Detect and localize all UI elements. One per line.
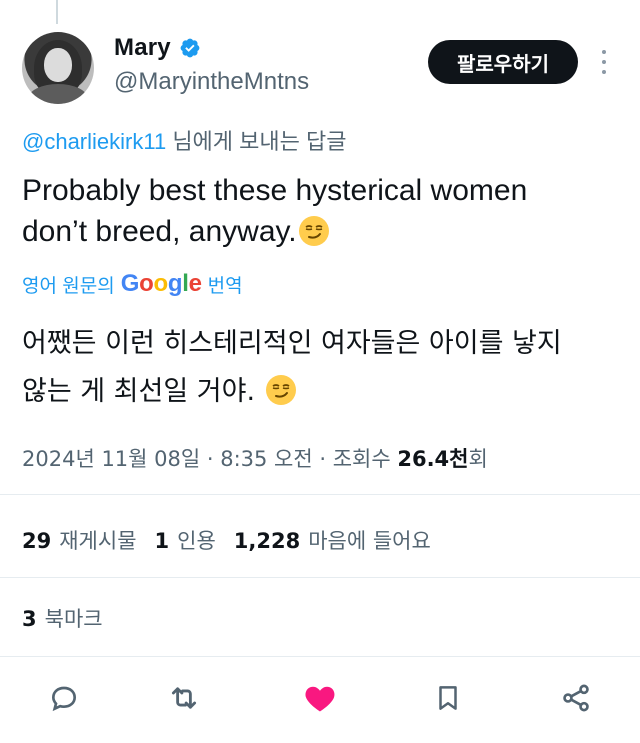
view-count: 26.4천 — [397, 447, 469, 471]
translated-text-line-2: 않는 게 최선일 거야. — [22, 376, 256, 407]
divider — [0, 656, 640, 657]
reposts-label: 재게시물 — [59, 529, 137, 553]
reply-context-suffix: 님에게 보내는 답글 — [166, 129, 347, 154]
reply-context: @charliekirk11 님에게 보내는 답글 — [22, 124, 346, 156]
translation-prefix: 영어 원문의 — [22, 275, 115, 297]
divider — [0, 494, 640, 495]
tweet-text: Probably best these hysterical women don… — [22, 170, 612, 252]
engagement-stats: 29 재게시물 1 인용 1,228 마음에 들어요 — [22, 525, 431, 555]
translation-suffix: 번역 — [207, 275, 243, 297]
likes-label: 마음에 들어요 — [308, 529, 431, 553]
likes-count: 1,228 — [233, 529, 301, 553]
repost-icon[interactable] — [164, 678, 204, 718]
user-handle[interactable]: @MaryintheMntns — [114, 68, 309, 96]
share-icon[interactable] — [556, 678, 596, 718]
quotes-label: 인용 — [177, 529, 216, 553]
divider — [0, 577, 640, 578]
bookmarks-count: 3 — [22, 607, 37, 631]
quotes-stat[interactable]: 1 인용 — [155, 525, 216, 555]
quotes-count: 1 — [154, 529, 170, 553]
follow-button[interactable]: 팔로우하기 — [428, 40, 578, 84]
google-logo: Google — [120, 270, 202, 297]
smirking-face-emoji-icon — [265, 375, 296, 405]
translation-attribution[interactable]: 영어 원문의 Google 번역 — [22, 270, 243, 298]
translated-text: 어쨌든 이런 히스테리적인 여자들은 아이를 낳지 않는 게 최선일 거야. — [22, 320, 622, 416]
like-icon[interactable] — [300, 678, 340, 718]
thread-connector-line — [56, 0, 58, 24]
verified-badge-icon — [179, 37, 201, 59]
display-name[interactable]: Mary — [114, 34, 171, 62]
tweet-meta: 2024년 11월 08일 · 8:35 오전 · 조회수 26.4천회 — [22, 443, 488, 473]
avatar-shoulders — [28, 84, 88, 104]
translated-text-line-2-wrap: 않는 게 최선일 거야. — [22, 368, 622, 416]
likes-stat[interactable]: 1,228 마음에 들어요 — [234, 525, 431, 555]
tweet-text-line-1: Probably best these hysterical women — [22, 174, 528, 207]
reposts-stat[interactable]: 29 재게시물 — [22, 525, 137, 555]
tweet-timestamp[interactable]: 2024년 11월 08일 · 8:35 오전 · 조회수 — [22, 447, 397, 471]
smirking-face-emoji-icon — [298, 216, 329, 246]
name-row: Mary — [114, 34, 201, 62]
view-count-suffix: 회 — [468, 447, 488, 471]
bookmark-icon[interactable] — [428, 678, 468, 718]
tweet-text-line-2-wrap: don’t breed, anyway. — [22, 211, 612, 252]
tweet-header: Mary @MaryintheMntns 팔로우하기 — [22, 30, 622, 110]
avatar-face — [44, 48, 72, 82]
action-bar — [0, 670, 640, 726]
bookmarks-label: 북마크 — [44, 607, 103, 631]
reposts-count: 29 — [22, 529, 52, 553]
more-options-icon[interactable] — [598, 50, 610, 74]
translated-text-line-1: 어쨌든 이런 히스테리적인 여자들은 아이를 낳지 — [22, 328, 562, 359]
avatar[interactable] — [22, 32, 94, 104]
reply-icon[interactable] — [44, 678, 84, 718]
tweet-text-line-2: don’t breed, anyway. — [22, 215, 297, 248]
bookmarks-stat[interactable]: 3 북마크 — [22, 603, 103, 633]
reply-mention-link[interactable]: @charliekirk11 — [22, 129, 166, 154]
